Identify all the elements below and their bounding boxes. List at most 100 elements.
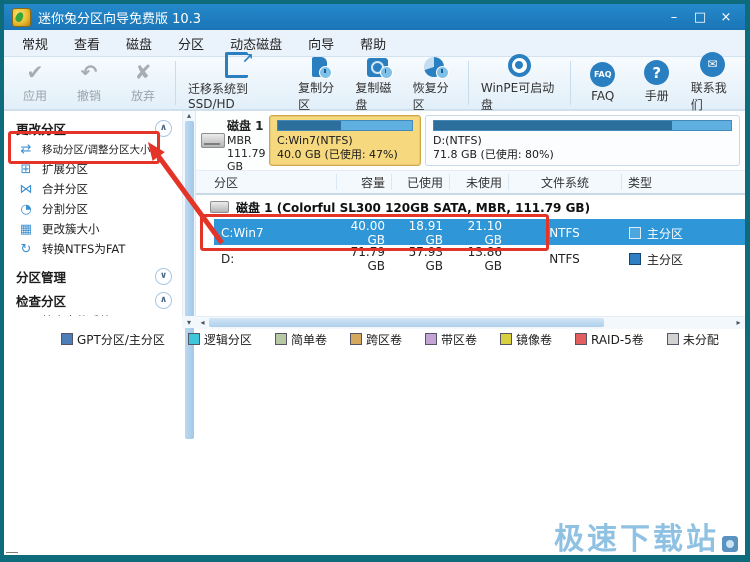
- partition-label: D:(NTFS): [433, 134, 732, 148]
- copy-partition-label: 复制分区: [298, 79, 341, 113]
- winpe-disc-icon: [508, 54, 531, 77]
- manual-label: 手册: [645, 87, 669, 104]
- copy-disk-button[interactable]: 复制磁盘: [348, 52, 405, 115]
- disk-scheme: MBR: [227, 134, 265, 147]
- section-partition-management[interactable]: 分区管理 ∨: [4, 265, 182, 287]
- cell-partition: D:: [214, 252, 336, 266]
- chevron-up-icon[interactable]: ∧: [155, 292, 172, 309]
- sidebar-item-label: 更改簇大小: [42, 221, 100, 237]
- migrate-os-icon: ↗: [225, 55, 248, 78]
- winpe-label: WinPE可启动盘: [481, 79, 558, 113]
- table-row-d[interactable]: D: 71.79 GB 57.93 GB 13.86 GB NTFS 主分区: [214, 245, 745, 269]
- undo-icon: ↶: [81, 62, 98, 85]
- faq-label: FAQ: [591, 89, 614, 103]
- undo-button[interactable]: ↶ 撤销: [62, 60, 116, 106]
- cell-capacity: 40.00 GB: [336, 219, 391, 247]
- cell-type: 主分区: [621, 225, 745, 242]
- content-area: 更改分区 ∧ ⇄ 移动分区/调整分区大小 ⊞ 扩展分区 ⋈ 合并分区 ◔ 分割分…: [4, 111, 745, 316]
- copy-partition-button[interactable]: 复制分区: [291, 52, 348, 115]
- partition-block-d[interactable]: D:(NTFS) 71.8 GB (已使用: 80%): [425, 115, 740, 166]
- col-type[interactable]: 类型: [621, 174, 745, 190]
- cell-type: 主分区: [621, 251, 745, 268]
- hard-disk-icon: [210, 201, 229, 213]
- col-used[interactable]: 已使用: [391, 174, 449, 190]
- merge-icon: ⋈: [18, 182, 34, 197]
- toolbar: ✔ 应用 ↶ 撤销 ✘ 放弃 ↗ 迁移系统到SSD/HD 复制分区 复制磁盘 恢…: [4, 57, 745, 111]
- faq-button[interactable]: FAQ FAQ: [576, 62, 630, 105]
- sidebar-item-move-resize-partition[interactable]: ⇄ 移动分区/调整分区大小: [4, 139, 182, 159]
- vertical-scrollbar[interactable]: ▴: [182, 111, 196, 316]
- col-unused[interactable]: 未使用: [449, 174, 508, 190]
- horizontal-scrollbar[interactable]: ◂ ▸: [196, 316, 745, 329]
- winpe-bootable-button[interactable]: WinPE可启动盘: [474, 52, 565, 115]
- cell-file-system: NTFS: [508, 226, 621, 240]
- recover-partition-label: 恢复分区: [413, 79, 456, 113]
- scroll-right-icon[interactable]: ▸: [732, 318, 745, 327]
- legend-swatch: [575, 333, 587, 345]
- section-check-partition[interactable]: 检查分区 ∧: [4, 289, 182, 311]
- col-capacity[interactable]: 容量: [336, 174, 391, 190]
- section-change-partition[interactable]: 更改分区 ∧: [4, 117, 182, 139]
- disk-group-label: 磁盘 1 (Colorful SL300 120GB SATA, MBR, 11…: [236, 199, 590, 216]
- disk-size: 111.79 GB: [227, 147, 265, 173]
- contact-us-button[interactable]: ✉ 联系我们: [684, 52, 741, 115]
- scrollbar-band: ▾ ◂ ▸: [4, 316, 745, 328]
- disk-info: 磁盘 1 MBR 111.79 GB: [201, 115, 265, 166]
- chevron-down-icon[interactable]: ∨: [155, 268, 172, 285]
- minimize-button[interactable]: –: [663, 8, 685, 26]
- apply-label: 应用: [23, 87, 47, 104]
- partition-usage: 71.8 GB (已使用: 80%): [433, 148, 732, 162]
- scrollbar-thumb[interactable]: [209, 318, 604, 327]
- sidebar-item-change-cluster-size[interactable]: ▦ 更改簇大小: [4, 219, 182, 239]
- envelope-icon: ✉: [700, 54, 725, 77]
- sidebar-item-convert-ntfs-to-fat[interactable]: ↻ 转换NTFS为FAT: [4, 239, 182, 259]
- cell-file-system: NTFS: [508, 252, 621, 266]
- chevron-up-icon[interactable]: ∧: [155, 120, 172, 137]
- split-pie-icon: ◔: [18, 202, 34, 217]
- legend-bar: GPT分区/主分区 逻辑分区 简单卷 跨区卷 带区卷 镜像卷 RAID-5卷 未…: [4, 328, 745, 350]
- table-row-c[interactable]: C:Win7 40.00 GB 18.91 GB 21.10 GB NTFS 主…: [214, 219, 745, 245]
- recover-partition-button[interactable]: 恢复分区: [406, 52, 463, 115]
- resize-sliders-icon: ⇄: [18, 142, 34, 157]
- col-partition[interactable]: 分区: [196, 174, 336, 190]
- primary-partition-icon: [629, 253, 641, 265]
- discard-button[interactable]: ✘ 放弃: [116, 60, 170, 106]
- sidebar-item-split-partition[interactable]: ◔ 分割分区: [4, 199, 182, 219]
- sidebar-item-extend-partition[interactable]: ⊞ 扩展分区: [4, 159, 182, 179]
- menu-general[interactable]: 常规: [9, 30, 61, 56]
- section-title: 更改分区: [16, 119, 66, 138]
- disk-map: 磁盘 1 MBR 111.79 GB C:Win7(NTFS) 40.0 GB …: [196, 111, 745, 171]
- apply-button[interactable]: ✔ 应用: [8, 60, 62, 106]
- sidebar-item-merge-partition[interactable]: ⋈ 合并分区: [4, 179, 182, 199]
- toolbar-separator: [468, 61, 469, 105]
- question-icon: ?: [644, 62, 669, 85]
- manual-button[interactable]: ? 手册: [630, 60, 684, 106]
- title-bar: 迷你兔分区向导免费版 10.3 – □ ×: [4, 4, 745, 30]
- check-icon: ✔: [27, 62, 44, 85]
- contact-us-label: 联系我们: [691, 79, 734, 113]
- col-file-system[interactable]: 文件系统: [508, 174, 621, 190]
- scroll-down-icon[interactable]: ▾: [182, 316, 196, 328]
- scroll-left-icon[interactable]: ◂: [196, 318, 209, 327]
- cell-partition: C:Win7: [214, 226, 336, 240]
- toolbar-separator: [570, 61, 571, 105]
- discard-label: 放弃: [131, 87, 155, 104]
- menu-view[interactable]: 查看: [61, 30, 113, 56]
- cell-used: 18.91 GB: [391, 219, 449, 247]
- table-header: 分区 容量 已使用 未使用 文件系统 类型: [196, 171, 745, 195]
- hard-disk-icon: [201, 133, 225, 148]
- partition-block-c[interactable]: C:Win7(NTFS) 40.0 GB (已使用: 47%): [269, 115, 421, 166]
- maximize-button[interactable]: □: [689, 8, 711, 26]
- scroll-up-icon[interactable]: ▴: [187, 111, 191, 120]
- copy-disk-icon: [367, 54, 388, 77]
- close-button[interactable]: ×: [715, 8, 737, 26]
- legend-item: 镜像卷: [500, 331, 552, 348]
- disk-group-row[interactable]: 磁盘 1 (Colorful SL300 120GB SATA, MBR, 11…: [196, 195, 745, 219]
- menu-disk[interactable]: 磁盘: [113, 30, 165, 56]
- sidebar-item-label: 转换NTFS为FAT: [42, 241, 125, 257]
- partition-usage: 40.0 GB (已使用: 47%): [277, 148, 413, 162]
- extend-icon: ⊞: [18, 162, 34, 177]
- toolbar-separator: [175, 61, 176, 105]
- sidebar-item-label: 合并分区: [42, 181, 88, 197]
- migrate-os-button[interactable]: ↗ 迁移系统到SSD/HD: [181, 53, 291, 113]
